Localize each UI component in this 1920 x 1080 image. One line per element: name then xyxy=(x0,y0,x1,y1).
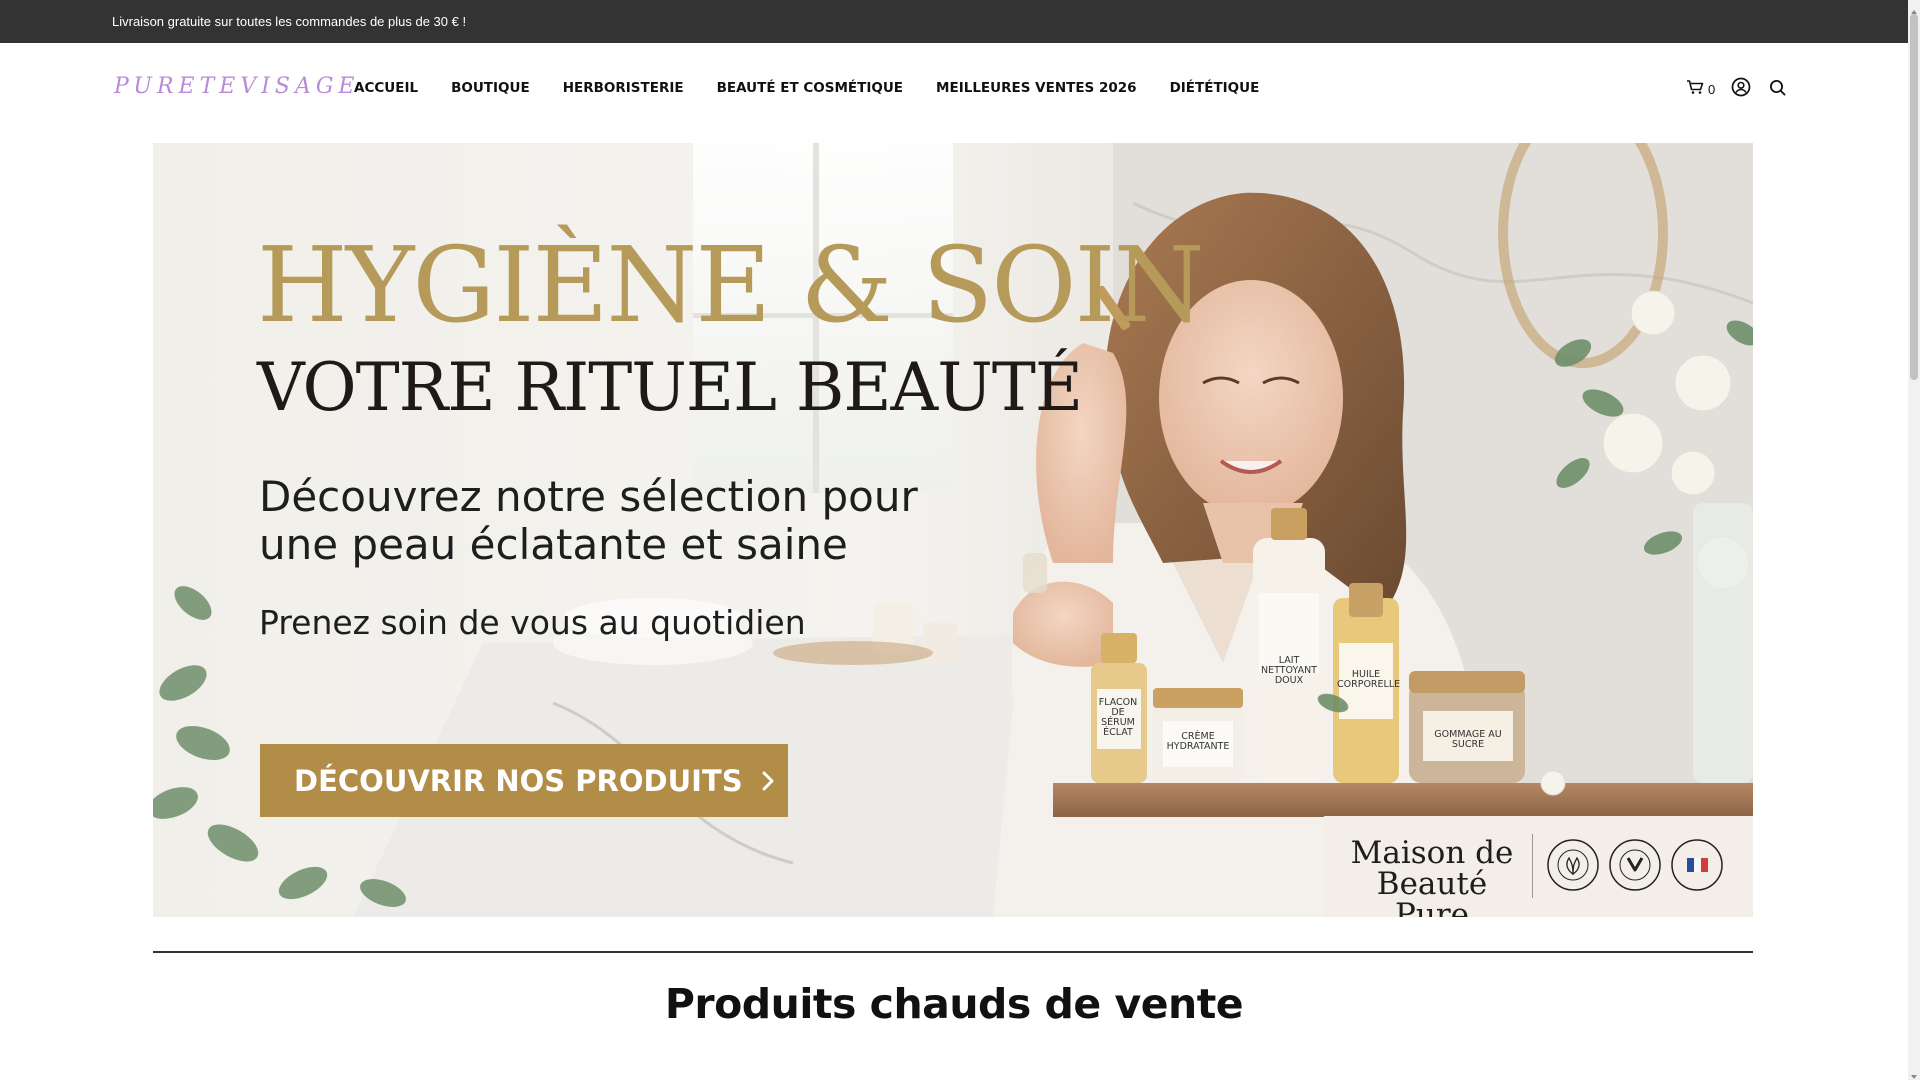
brand-badge-panel: Maison de Beauté Pure xyxy=(1324,816,1753,917)
cruelty-free-badge xyxy=(1608,838,1662,892)
product-label-gommage: GOMMAGE AU SUCRE xyxy=(1434,729,1502,750)
product-label-serum: FLACON DE SÉRUM ÉCLAT xyxy=(1098,697,1138,738)
hero-banner[interactable]: HYGIÈNE & SOIN VOTRE RITUEL BEAUTÉ Décou… xyxy=(153,143,1753,917)
nav-item-dietetique[interactable]: DIÉTÉTIQUE xyxy=(1170,80,1260,96)
chevron-right-icon xyxy=(761,770,775,792)
announcement-bar: Livraison gratuite sur toutes les comman… xyxy=(0,0,1908,43)
hero-subtitle: Découvrez notre sélection pour une peau … xyxy=(259,472,918,569)
made-in-france-badge xyxy=(1670,838,1724,892)
search-button[interactable] xyxy=(1769,79,1786,101)
nav-item-beaute-cosmetique[interactable]: BEAUTÉ ET COSMÉTIQUE xyxy=(717,80,903,96)
product-label-lait: LAIT NETTOYANT DOUX xyxy=(1261,655,1317,686)
hero-tagline: Prenez soin de vous au quotidien xyxy=(259,603,806,642)
discover-products-label: DÉCOUVRIR NOS PRODUITS xyxy=(294,763,743,798)
cart-icon xyxy=(1686,79,1704,100)
site-header: PURETEVISAGE ACCUEIL BOUTIQUE HERBORISTE… xyxy=(0,43,1908,143)
nav-item-boutique[interactable]: BOUTIQUE xyxy=(451,80,530,96)
section-divider xyxy=(153,951,1753,953)
brand-divider xyxy=(1532,834,1533,898)
brand-name: Maison de Beauté Pure xyxy=(1350,835,1514,918)
search-icon xyxy=(1769,79,1786,101)
main-nav: ACCUEIL BOUTIQUE HERBORISTERIE BEAUTÉ ET… xyxy=(354,80,1259,96)
product-label-creme: CRÈME HYDRATANTE xyxy=(1166,731,1230,752)
nav-item-herboristerie[interactable]: HERBORISTERIE xyxy=(563,80,684,96)
cart-count: 0 xyxy=(1708,82,1716,97)
scroll-down-arrow-icon[interactable] xyxy=(1910,1068,1918,1079)
natural-ingredient-badge xyxy=(1546,838,1600,892)
cart-button[interactable]: 0 xyxy=(1686,79,1715,100)
hero-title: HYGIÈNE & SOIN xyxy=(257,224,1205,346)
hero-title-secondary: VOTRE RITUEL BEAUTÉ xyxy=(257,349,1083,426)
page-scrollbar[interactable] xyxy=(1908,0,1920,1080)
site-logo[interactable]: PURETEVISAGE xyxy=(114,74,360,99)
scroll-thumb[interactable] xyxy=(1910,14,1918,380)
account-button[interactable] xyxy=(1731,77,1751,102)
section-title: Produits chauds de vente xyxy=(664,980,1244,1028)
nav-item-meilleures-ventes[interactable]: MEILLEURES VENTES 2026 xyxy=(936,80,1137,96)
product-label-huile: HUILE CORPORELLE xyxy=(1337,669,1401,690)
header-actions: 0 xyxy=(1686,77,1786,102)
discover-products-button[interactable]: DÉCOUVRIR NOS PRODUITS xyxy=(260,744,788,817)
user-icon xyxy=(1731,77,1751,102)
announcement-text: Livraison gratuite sur toutes les comman… xyxy=(112,14,467,29)
nav-item-accueil[interactable]: ACCUEIL xyxy=(354,80,418,96)
scroll-up-arrow-icon[interactable] xyxy=(1910,3,1918,14)
